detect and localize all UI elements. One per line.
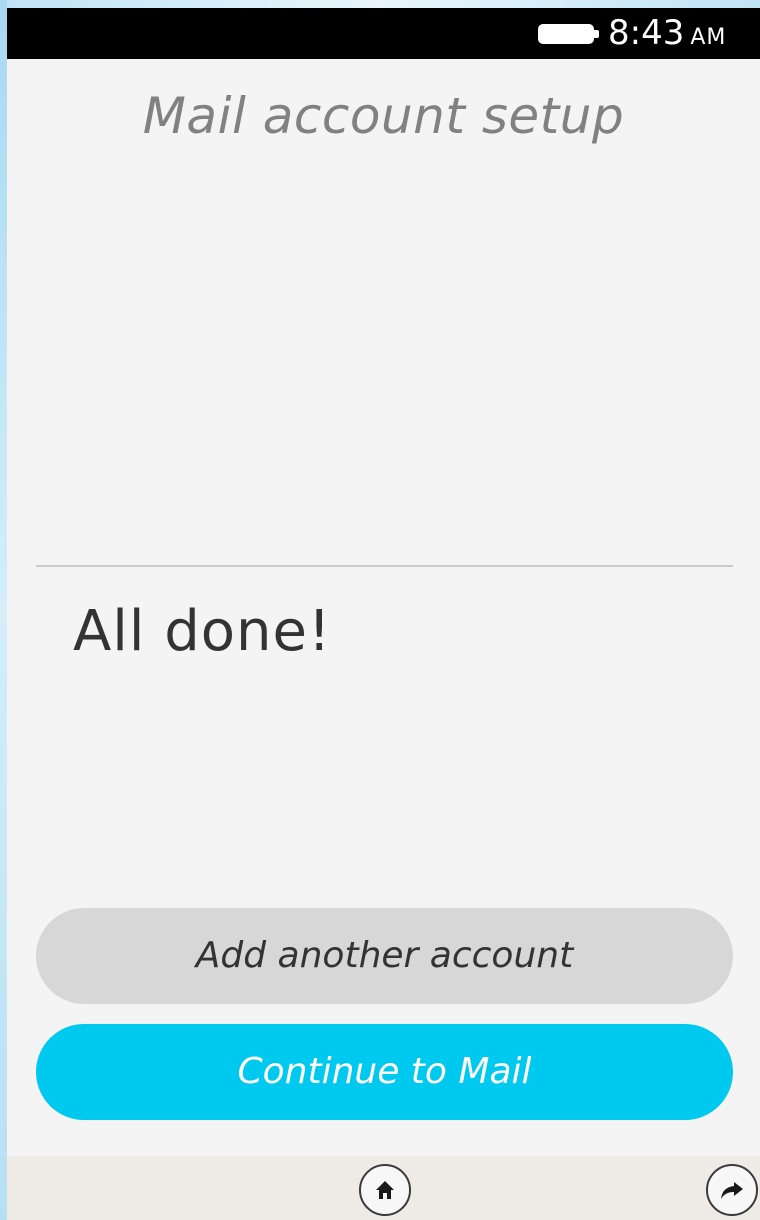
clock-ampm: AM [690,25,727,50]
home-icon [374,1179,396,1201]
battery-full-icon [538,24,599,44]
share-arrow-icon [719,1179,745,1201]
navigation-bar [7,1156,760,1220]
desktop-background-top [0,0,760,8]
clock-time: 8:43 [608,13,685,53]
continue-to-mail-button[interactable]: Continue to Mail [36,1024,733,1120]
home-button[interactable] [359,1164,411,1216]
completion-message: All done! [73,599,332,664]
status-clock: 8:43 AM [608,13,726,53]
share-button[interactable] [706,1164,758,1216]
page-title: Mail account setup [142,87,625,145]
status-bar: 8:43 AM [7,8,760,59]
mail-setup-screen: Mail account setup All done! Add another… [7,59,760,1156]
desktop-background-left [0,0,7,1220]
divider [36,565,733,567]
add-another-account-button[interactable]: Add another account [36,908,733,1004]
